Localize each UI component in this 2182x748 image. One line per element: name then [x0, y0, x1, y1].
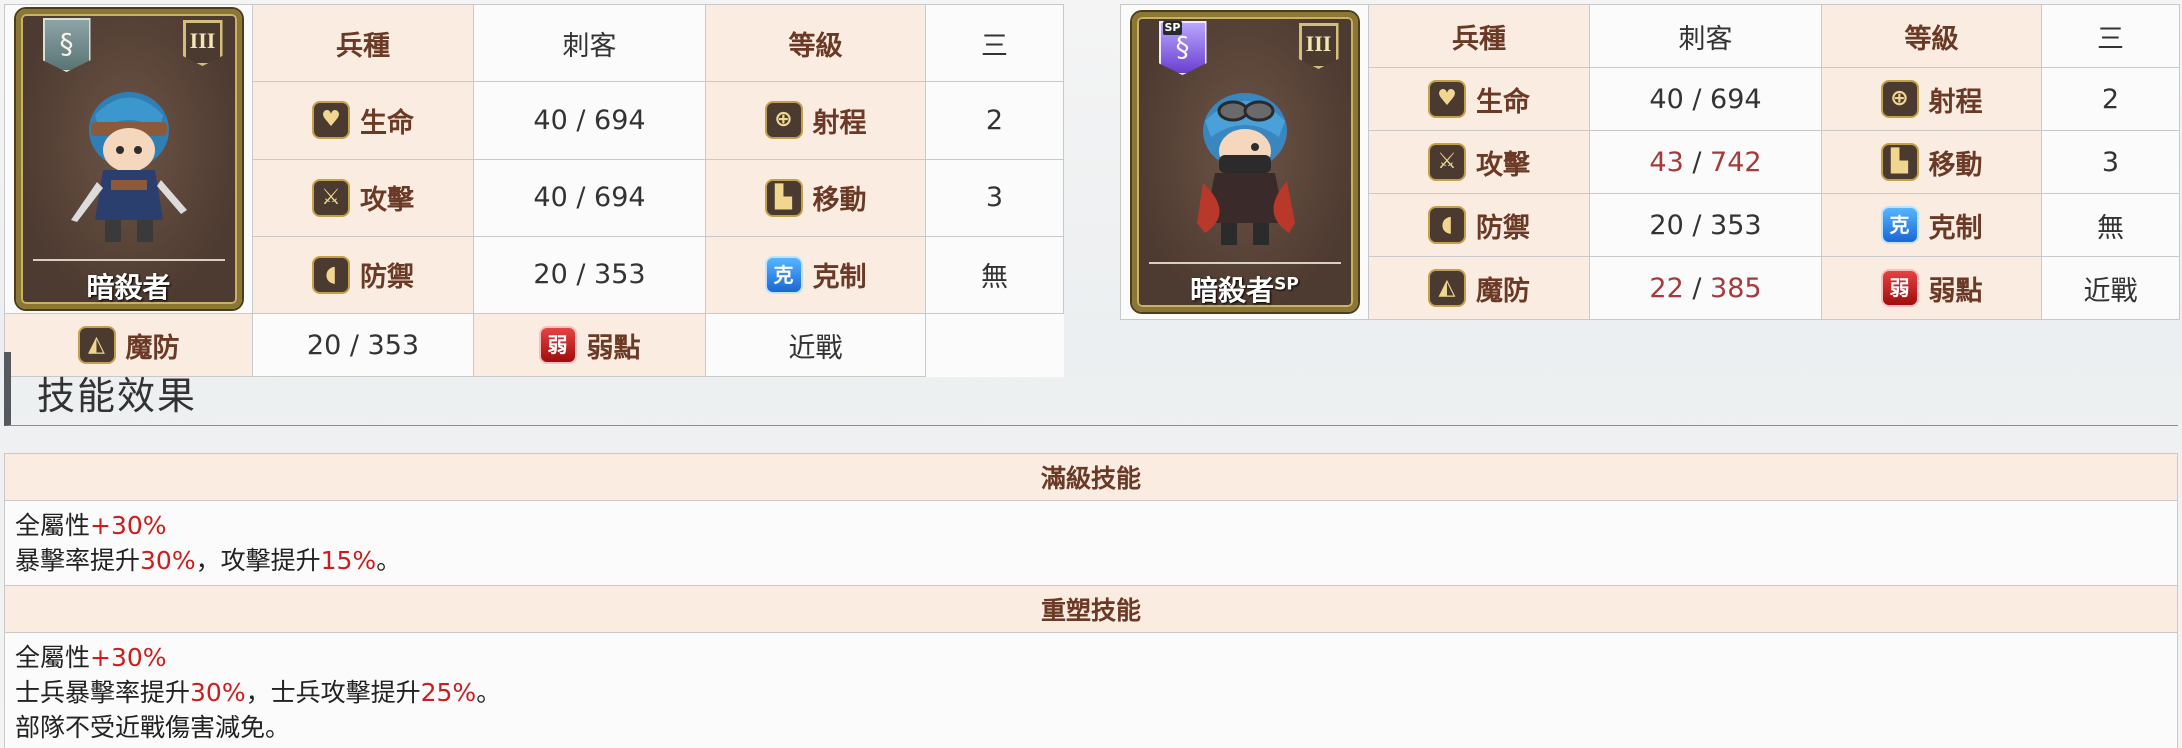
skill-section-heading: 技能效果: [4, 352, 2178, 426]
level-label: 等級: [1821, 4, 2042, 68]
shield-icon: ◖: [1428, 206, 1466, 244]
skill-table: 滿級技能 全屬性+30% 暴擊率提升30%，攻擊提升15%。 重塑技能 全屬性+…: [4, 453, 2178, 748]
type-value: 刺客: [473, 3, 706, 83]
sword-icon: ⚔: [312, 178, 350, 217]
hp-label-cell: ♥ 生命: [252, 81, 474, 160]
range-value: 2: [925, 81, 1064, 160]
level-value: 三: [2041, 4, 2180, 68]
skill-line: 全屬性+30%: [15, 643, 167, 672]
unit-stat-table-assassin-sp: § SP III 暗殺者SP 兵種 刺客 等級 三 ♥ 生命 40 / 694 …: [1120, 4, 2180, 320]
card-divider: [1148, 262, 1341, 264]
card-divider: [32, 259, 225, 261]
skill-line: 暴擊率提升30%，攻擊提升15%。: [15, 546, 402, 575]
boot-icon: ▙: [1880, 143, 1919, 181]
type-label: 兵種: [1368, 4, 1590, 68]
type-value: 刺客: [1589, 4, 1822, 68]
level-value: 三: [925, 3, 1064, 83]
sp-tag: SP: [1162, 21, 1183, 35]
counter-icon: 克: [764, 255, 803, 294]
move-label-cell: ▙ 移動: [705, 158, 926, 237]
skill-line: 士兵暴擊率提升30%，士兵攻擊提升25%。: [15, 678, 502, 707]
shield-icon: ◖: [312, 255, 350, 294]
unit-name: 暗殺者SP: [1190, 274, 1299, 307]
reforge-skill-title: 重塑技能: [4, 585, 2178, 633]
def-value: 20 / 353: [473, 235, 706, 315]
range-label-cell: ⊕ 射程: [1821, 67, 2042, 131]
assassin-figure: [70, 92, 187, 242]
unit-portrait-card[interactable]: § SP III 暗殺者SP: [1131, 12, 1358, 312]
mdef-label-cell: ◭ 魔防: [1368, 256, 1590, 320]
max-skill-description: 全屬性+30% 暴擊率提升30%，攻擊提升15%。: [4, 500, 2178, 586]
atk-value: 43 / 742: [1589, 130, 1822, 194]
assassin-sp-figure: [1196, 93, 1295, 245]
move-value: 3: [925, 158, 1064, 237]
sword-icon: ⚔: [1428, 143, 1466, 181]
hp-value: 40 / 694: [473, 81, 706, 160]
level-label: 等級: [705, 3, 926, 83]
crosshair-icon: ⊕: [764, 101, 803, 140]
skill-line: 部隊不受近戰傷害減免。: [15, 713, 291, 742]
boot-icon: ▙: [764, 178, 803, 217]
unit-portrait-cell: § SP III 暗殺者SP: [1120, 4, 1369, 320]
atk-label-cell: ⚔ 攻擊: [1368, 130, 1590, 194]
heart-icon: ♥: [1428, 80, 1466, 118]
atk-label-cell: ⚔ 攻擊: [252, 158, 474, 237]
unit-portrait-card[interactable]: § III 暗殺者: [15, 9, 242, 309]
skill-line: 全屬性+30%: [15, 511, 167, 540]
weak-value: 近戰: [2041, 256, 2180, 320]
atk-value: 40 / 694: [473, 158, 706, 237]
def-value: 20 / 353: [1589, 193, 1822, 257]
def-label-cell: ◖ 防禦: [252, 235, 474, 315]
counter-value: 無: [925, 235, 1064, 315]
max-skill-title: 滿級技能: [4, 453, 2178, 501]
section-title: 技能效果: [37, 374, 198, 418]
mdef-value: 22 / 385: [1589, 256, 1822, 320]
counter-icon: 克: [1880, 206, 1919, 244]
range-label-cell: ⊕ 射程: [705, 81, 926, 160]
rank-badge: III: [182, 20, 223, 66]
wizard-hat-icon: ◭: [1428, 269, 1466, 307]
rank-badge: III: [1298, 23, 1339, 69]
def-label-cell: ◖ 防禦: [1368, 193, 1590, 257]
counter-value: 無: [2041, 193, 2180, 257]
type-label: 兵種: [252, 3, 474, 83]
serpent-emblem-sp-icon: § SP: [1158, 21, 1207, 75]
reforge-skill-description: 全屬性+30% 士兵暴擊率提升30%，士兵攻擊提升25%。 部隊不受近戰傷害減免…: [4, 632, 2178, 748]
counter-label-cell: 克克制: [705, 235, 926, 315]
heart-icon: ♥: [312, 101, 350, 140]
weakness-icon: 弱: [1880, 269, 1919, 307]
move-label-cell: ▙ 移動: [1821, 130, 2042, 194]
counter-label-cell: 克克制: [1821, 193, 2042, 257]
hp-label-cell: ♥ 生命: [1368, 67, 1590, 131]
hp-value: 40 / 694: [1589, 67, 1822, 131]
serpent-emblem-icon: §: [42, 18, 91, 72]
crosshair-icon: ⊕: [1880, 80, 1919, 118]
unit-portrait-cell: § III 暗殺者: [4, 4, 253, 314]
unit-stat-table-assassin: § III 暗殺者 兵種 刺客 等級 三 ♥ 生命 40 / 694 ⊕ 射程 …: [4, 3, 1064, 377]
move-value: 3: [2041, 130, 2180, 194]
unit-name: 暗殺者: [86, 271, 171, 304]
range-value: 2: [2041, 67, 2180, 131]
weak-label-cell: 弱弱點: [1821, 256, 2042, 320]
